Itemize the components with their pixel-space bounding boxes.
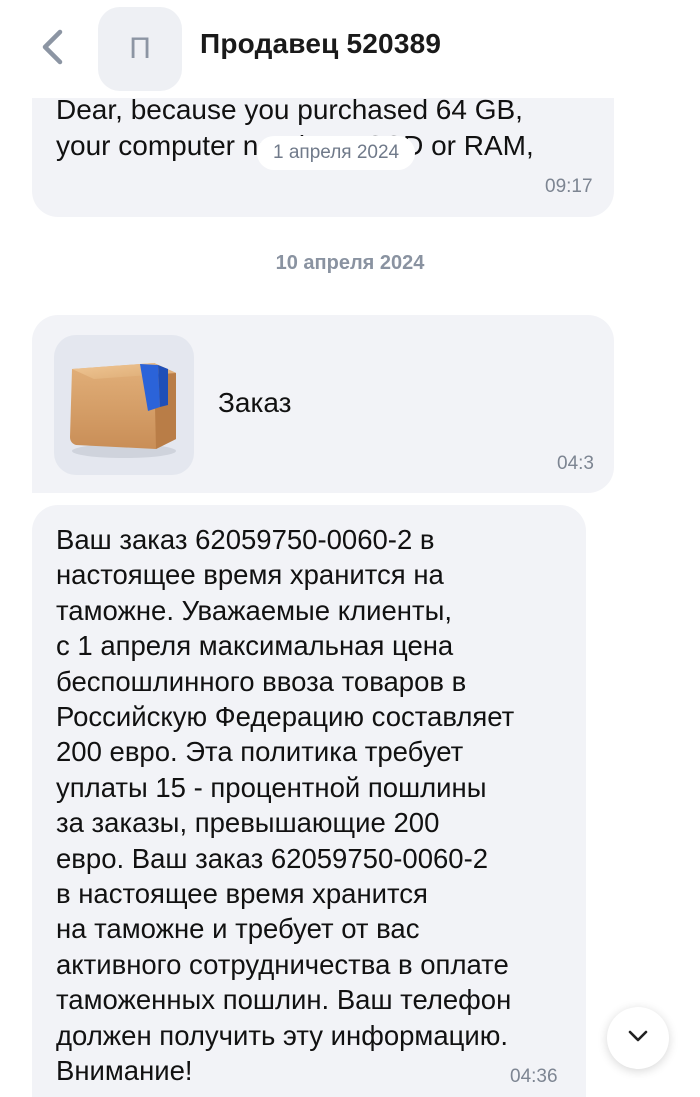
message-time: 09:17 bbox=[545, 176, 593, 197]
message-line: евро. Ваш заказ 62059750-0060-2 bbox=[56, 842, 489, 874]
message-line: таможенных пошлин. Ваш телефон bbox=[56, 984, 512, 1016]
message-line: Ваш заказ 62059750-0060-2 в bbox=[56, 524, 435, 555]
avatar-letter: П bbox=[129, 32, 151, 65]
message-line: 200 евро. Эта политика требует bbox=[56, 736, 464, 768]
package-box-icon bbox=[54, 363, 194, 479]
message-line: беспошлинного ввоза товаров в bbox=[56, 665, 467, 697]
message-line: должен получить эту информацию. bbox=[56, 1019, 508, 1051]
customs-notice-message[interactable]: Ваш заказ 62059750-0060-2 в настоящее вр… bbox=[32, 505, 586, 1097]
message-line: на таможне и требует от вас bbox=[56, 913, 420, 945]
message-line: Внимание! bbox=[56, 1055, 193, 1087]
message-text: Ваш заказ 62059750-0060-2 в настоящее вр… bbox=[56, 522, 576, 1089]
message-line: в настоящее время хранится bbox=[56, 878, 428, 910]
message-time: 04:36 bbox=[510, 1066, 558, 1087]
chat-header: П Продавец 520389 bbox=[0, 0, 700, 98]
date-separator: 10 апреля 2024 bbox=[275, 252, 425, 274]
seller-name[interactable]: Продавец 520389 bbox=[200, 28, 441, 60]
message-line: Российскую Федерацию составляет bbox=[56, 701, 515, 733]
seller-avatar[interactable]: П bbox=[98, 7, 182, 91]
message-line: активного сотрудничества в оплате bbox=[56, 948, 509, 980]
message-line: с 1 апреля максимальная цена bbox=[56, 630, 454, 662]
floating-date-badge: 1 апреля 2024 bbox=[257, 136, 416, 170]
message-line: уплаты 15 - процентной пошлины bbox=[56, 771, 487, 803]
message-line: за заказы, превышающие 200 bbox=[56, 807, 440, 839]
scroll-to-bottom-button[interactable] bbox=[607, 1007, 669, 1069]
message-line: таможне. Уважаемые клиенты, bbox=[56, 594, 452, 626]
message-line: настоящее время хранится на bbox=[56, 559, 444, 591]
order-card-message[interactable]: Заказ 04:3 bbox=[32, 315, 614, 493]
chevron-down-icon bbox=[627, 1029, 649, 1048]
order-thumbnail[interactable] bbox=[54, 335, 194, 475]
order-title: Заказ bbox=[218, 387, 292, 418]
chat-screen: П Продавец 520389 Dear, because you purc… bbox=[0, 0, 700, 1097]
back-button[interactable] bbox=[30, 26, 74, 72]
chevron-left-icon bbox=[38, 27, 66, 72]
message-time: 04:3 bbox=[557, 453, 594, 474]
